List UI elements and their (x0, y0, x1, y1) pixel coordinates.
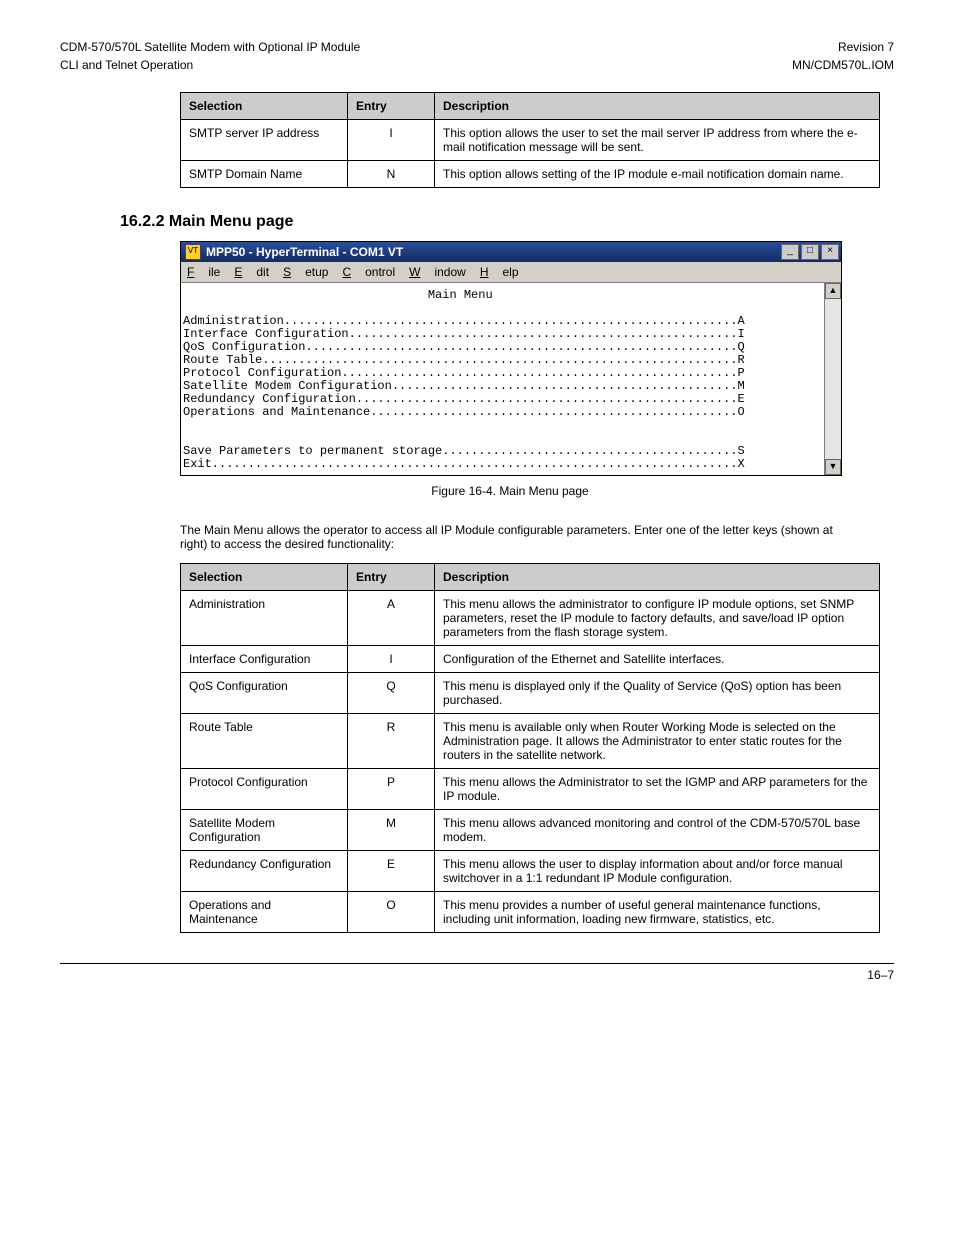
section-heading: 16.2.2 Main Menu page (120, 213, 894, 231)
doc-header: CDM-570/570L Satellite Modem with Option… (60, 40, 894, 54)
cell-description: This menu allows the administrator to co… (435, 591, 880, 646)
vertical-scrollbar[interactable]: ▲ ▼ (824, 283, 841, 475)
cell-entry: I (348, 646, 435, 673)
cell-selection: Satellite Modem Configuration (181, 810, 348, 851)
table-row: AdministrationAThis menu allows the admi… (181, 591, 880, 646)
cell-selection: Administration (181, 591, 348, 646)
cell-selection: QoS Configuration (181, 673, 348, 714)
t2-hdr-description: Description (435, 564, 880, 591)
cell-entry: R (348, 714, 435, 769)
page-number: 16–7 (60, 963, 894, 982)
menu-file[interactable]: File (187, 265, 220, 279)
cell-description: This option allows the user to set the m… (435, 120, 880, 161)
table-row: Operations and MaintenanceOThis menu pro… (181, 892, 880, 933)
cell-entry: M (348, 810, 435, 851)
cell-description: This menu allows the user to display inf… (435, 851, 880, 892)
doc-subheader-left: CLI and Telnet Operation (60, 58, 193, 72)
cell-entry: O (348, 892, 435, 933)
cell-entry: P (348, 769, 435, 810)
terminal-output: Main Menu Administration................… (181, 283, 824, 475)
scroll-down-icon[interactable]: ▼ (825, 459, 841, 475)
t1-hdr-entry: Entry (348, 93, 435, 120)
cell-selection: Operations and Maintenance (181, 892, 348, 933)
doc-header-left: CDM-570/570L Satellite Modem with Option… (60, 40, 360, 54)
hyperterminal-window: VT MPP50 - HyperTerminal - COM1 VT _ □ ×… (180, 241, 842, 476)
cell-description: This menu provides a number of useful ge… (435, 892, 880, 933)
t2-hdr-entry: Entry (348, 564, 435, 591)
table-row: QoS ConfigurationQThis menu is displayed… (181, 673, 880, 714)
close-button[interactable]: × (821, 244, 839, 260)
menu-control[interactable]: Control (342, 265, 395, 279)
cell-description: This menu allows advanced monitoring and… (435, 810, 880, 851)
table-row: Redundancy ConfigurationEThis menu allow… (181, 851, 880, 892)
t1-hdr-description: Description (435, 93, 880, 120)
window-title: MPP50 - HyperTerminal - COM1 VT (206, 245, 779, 259)
intro-paragraph: The Main Menu allows the operator to acc… (180, 523, 840, 551)
doc-subheader-right: MN/CDM570L.IOM (792, 58, 894, 72)
cell-entry: Q (348, 673, 435, 714)
cell-entry: I (348, 120, 435, 161)
doc-subheader: CLI and Telnet Operation MN/CDM570L.IOM (60, 58, 894, 72)
menu-window[interactable]: Window (409, 265, 466, 279)
options-table-1: Selection Entry Description SMTP server … (180, 92, 880, 188)
cell-selection: SMTP Domain Name (181, 161, 348, 188)
cell-entry: E (348, 851, 435, 892)
cell-selection: Redundancy Configuration (181, 851, 348, 892)
cell-description: This option allows setting of the IP mod… (435, 161, 880, 188)
cell-description: This menu is displayed only if the Quali… (435, 673, 880, 714)
minimize-button[interactable]: _ (781, 244, 799, 260)
figure-caption: Figure 16-4. Main Menu page (180, 484, 840, 498)
maximize-button[interactable]: □ (801, 244, 819, 260)
cell-entry: N (348, 161, 435, 188)
menu-help[interactable]: Help (480, 265, 519, 279)
cell-description: This menu is available only when Router … (435, 714, 880, 769)
options-table-2: Selection Entry Description Administrati… (180, 563, 880, 933)
table-row: SMTP Domain NameNThis option allows sett… (181, 161, 880, 188)
scroll-up-icon[interactable]: ▲ (825, 283, 841, 299)
cell-entry: A (348, 591, 435, 646)
cell-description: This menu allows the Administrator to se… (435, 769, 880, 810)
cell-description: Configuration of the Ethernet and Satell… (435, 646, 880, 673)
table-row: Satellite Modem ConfigurationMThis menu … (181, 810, 880, 851)
menu-edit[interactable]: Edit (234, 265, 269, 279)
cell-selection: Protocol Configuration (181, 769, 348, 810)
table-row: Protocol ConfigurationPThis menu allows … (181, 769, 880, 810)
menu-setup[interactable]: Setup (283, 265, 328, 279)
cell-selection: Interface Configuration (181, 646, 348, 673)
table-row: Interface ConfigurationIConfiguration of… (181, 646, 880, 673)
app-icon: VT (185, 244, 201, 260)
t2-hdr-selection: Selection (181, 564, 348, 591)
cell-selection: SMTP server IP address (181, 120, 348, 161)
table-row: Route TableRThis menu is available only … (181, 714, 880, 769)
window-titlebar: VT MPP50 - HyperTerminal - COM1 VT _ □ × (181, 242, 841, 262)
table-row: SMTP server IP addressIThis option allow… (181, 120, 880, 161)
window-menubar: File Edit Setup Control Window Help (181, 262, 841, 283)
doc-header-right: Revision 7 (838, 40, 894, 54)
t1-hdr-selection: Selection (181, 93, 348, 120)
scroll-track[interactable] (825, 299, 841, 459)
cell-selection: Route Table (181, 714, 348, 769)
